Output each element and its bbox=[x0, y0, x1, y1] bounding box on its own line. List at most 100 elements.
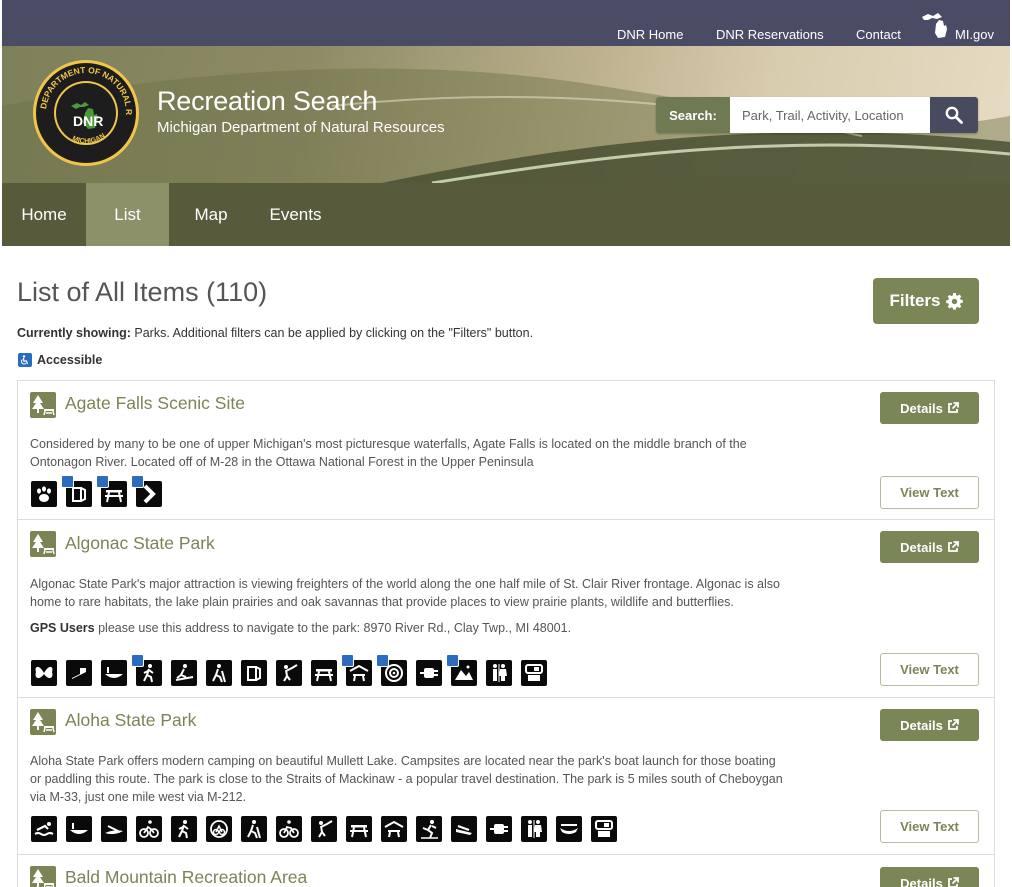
details-button[interactable]: Details bbox=[880, 531, 979, 563]
hiking-icon[interactable] bbox=[171, 816, 197, 842]
item-title[interactable]: Agate Falls Scenic Site bbox=[65, 393, 245, 414]
search-icon bbox=[945, 106, 963, 124]
external-link-icon bbox=[947, 402, 959, 413]
electric-hookup-icon[interactable] bbox=[486, 816, 512, 842]
item-title[interactable]: Bald Mountain Recreation Area bbox=[65, 867, 307, 887]
item-description: Aloha State Park offers modern camping o… bbox=[30, 754, 783, 804]
bike-trail-icon[interactable] bbox=[276, 816, 302, 842]
camping-icon[interactable] bbox=[446, 654, 477, 686]
accessible-legend: Accessible bbox=[18, 353, 102, 367]
butterfly-icon[interactable] bbox=[31, 660, 57, 686]
trail-icon[interactable] bbox=[131, 475, 162, 507]
biking-icon[interactable] bbox=[136, 816, 162, 842]
cross-country-ski-icon[interactable] bbox=[171, 660, 197, 686]
playground-icon[interactable] bbox=[416, 816, 442, 842]
park-icon bbox=[30, 866, 56, 887]
mountain-bike-icon[interactable] bbox=[206, 816, 232, 842]
item-title[interactable]: Aloha State Park bbox=[65, 710, 196, 731]
item-description: Algonac State Park's major attraction is… bbox=[30, 577, 780, 609]
dnr-reservations-link[interactable]: DNR Reservations bbox=[716, 27, 824, 42]
wildlife-viewing-icon[interactable] bbox=[31, 481, 57, 507]
site-subtitle: Michigan Department of Natural Resources bbox=[157, 119, 445, 136]
search-bar: Search: bbox=[656, 97, 978, 133]
park-icon bbox=[30, 392, 56, 418]
gps-note: GPS Users please use this address to nav… bbox=[30, 621, 571, 635]
details-label: Details bbox=[900, 539, 943, 555]
gps-label: GPS Users bbox=[30, 621, 95, 635]
amenity-icons bbox=[31, 654, 547, 686]
nav-map[interactable]: Map bbox=[169, 183, 253, 246]
hiking-trail-icon[interactable] bbox=[241, 816, 267, 842]
page-title: List of All Items (110) bbox=[17, 277, 268, 307]
sanitation-station-icon[interactable] bbox=[591, 816, 617, 842]
michigan-state-icon[interactable] bbox=[920, 8, 954, 42]
view-text-button[interactable]: View Text bbox=[880, 476, 979, 509]
dnr-home-link[interactable]: DNR Home bbox=[617, 27, 683, 42]
filters-label: Filters bbox=[889, 291, 941, 310]
search-button[interactable] bbox=[930, 97, 978, 133]
details-button[interactable]: Details bbox=[880, 867, 979, 887]
main-nav: Home List Map Events bbox=[2, 183, 1010, 246]
amenity-icons bbox=[31, 816, 617, 842]
external-link-icon bbox=[947, 877, 959, 887]
view-text-button[interactable]: View Text bbox=[880, 653, 979, 686]
fishing-icon[interactable] bbox=[311, 816, 337, 842]
park-icon bbox=[30, 531, 56, 557]
nav-home[interactable]: Home bbox=[2, 183, 86, 246]
search-label: Search: bbox=[656, 97, 730, 133]
details-button[interactable]: Details bbox=[880, 392, 979, 424]
gps-text: please use this address to navigate to t… bbox=[94, 621, 572, 635]
results-list: Agate Falls Scenic Site Details Consider… bbox=[17, 380, 995, 887]
details-label: Details bbox=[900, 400, 943, 416]
external-link-icon bbox=[947, 719, 959, 730]
boat-launch-icon[interactable] bbox=[451, 816, 477, 842]
archery-icon[interactable] bbox=[376, 654, 407, 686]
details-label: Details bbox=[900, 875, 943, 887]
restrooms-icon[interactable] bbox=[486, 660, 512, 686]
canoe-icon[interactable] bbox=[101, 660, 127, 686]
park-icon bbox=[30, 709, 56, 735]
contact-link[interactable]: Contact bbox=[856, 27, 901, 42]
details-button[interactable]: Details bbox=[880, 709, 979, 741]
item-description: Considered by many to be one of upper Mi… bbox=[30, 437, 747, 469]
picnic-shelter-icon[interactable] bbox=[381, 816, 407, 842]
hiking-icon[interactable] bbox=[131, 654, 162, 686]
kayak-icon[interactable] bbox=[101, 816, 127, 842]
banner: DNR DEPARTMENT OF NATURAL RESOURCES MICH… bbox=[2, 46, 1010, 183]
item-title[interactable]: Algonac State Park bbox=[65, 533, 215, 554]
site-title: Recreation Search bbox=[157, 86, 378, 116]
gear-icon bbox=[945, 292, 963, 310]
fishing-icon[interactable] bbox=[276, 660, 302, 686]
currently-showing-text: Currently showing: Parks. Additional fil… bbox=[17, 326, 533, 340]
view-text-button[interactable]: View Text bbox=[880, 810, 979, 843]
nav-list[interactable]: List bbox=[86, 183, 169, 246]
electric-hookup-icon[interactable] bbox=[416, 660, 442, 686]
picnic-area-icon[interactable] bbox=[311, 660, 337, 686]
nav-events[interactable]: Events bbox=[253, 183, 338, 246]
restrooms-icon[interactable] bbox=[521, 816, 547, 842]
list-item: Algonac State Park Details Algonac State… bbox=[18, 520, 994, 698]
swimming-icon[interactable] bbox=[31, 816, 57, 842]
utility-bar: DNR Home DNR Reservations Contact MI.gov bbox=[2, 0, 1010, 46]
mi-gov-link[interactable]: MI.gov bbox=[955, 27, 994, 42]
list-item: Bald Mountain Recreation Area Details bbox=[18, 855, 994, 887]
search-input[interactable] bbox=[730, 97, 930, 133]
restroom-icon[interactable] bbox=[61, 475, 92, 507]
currently-showing-label: Currently showing: bbox=[17, 326, 131, 340]
boat-launch-icon[interactable] bbox=[66, 660, 92, 686]
accessible-label: Accessible bbox=[37, 353, 103, 367]
list-item: Agate Falls Scenic Site Details Consider… bbox=[18, 381, 994, 520]
sanitation-station-icon[interactable] bbox=[521, 660, 547, 686]
picnic-area-icon[interactable] bbox=[96, 475, 127, 507]
canoe-icon[interactable] bbox=[66, 816, 92, 842]
hiking-trail-icon[interactable] bbox=[206, 660, 232, 686]
rowboat-icon[interactable] bbox=[556, 816, 582, 842]
restroom-icon[interactable] bbox=[241, 660, 267, 686]
picnic-area-icon[interactable] bbox=[346, 816, 372, 842]
external-link-icon bbox=[947, 541, 959, 552]
amenity-icons bbox=[31, 475, 162, 507]
details-label: Details bbox=[900, 717, 943, 733]
picnic-shelter-icon[interactable] bbox=[341, 654, 372, 686]
currently-showing-value: Parks. Additional filters can be applied… bbox=[130, 326, 534, 340]
filters-button[interactable]: Filters bbox=[873, 278, 979, 324]
